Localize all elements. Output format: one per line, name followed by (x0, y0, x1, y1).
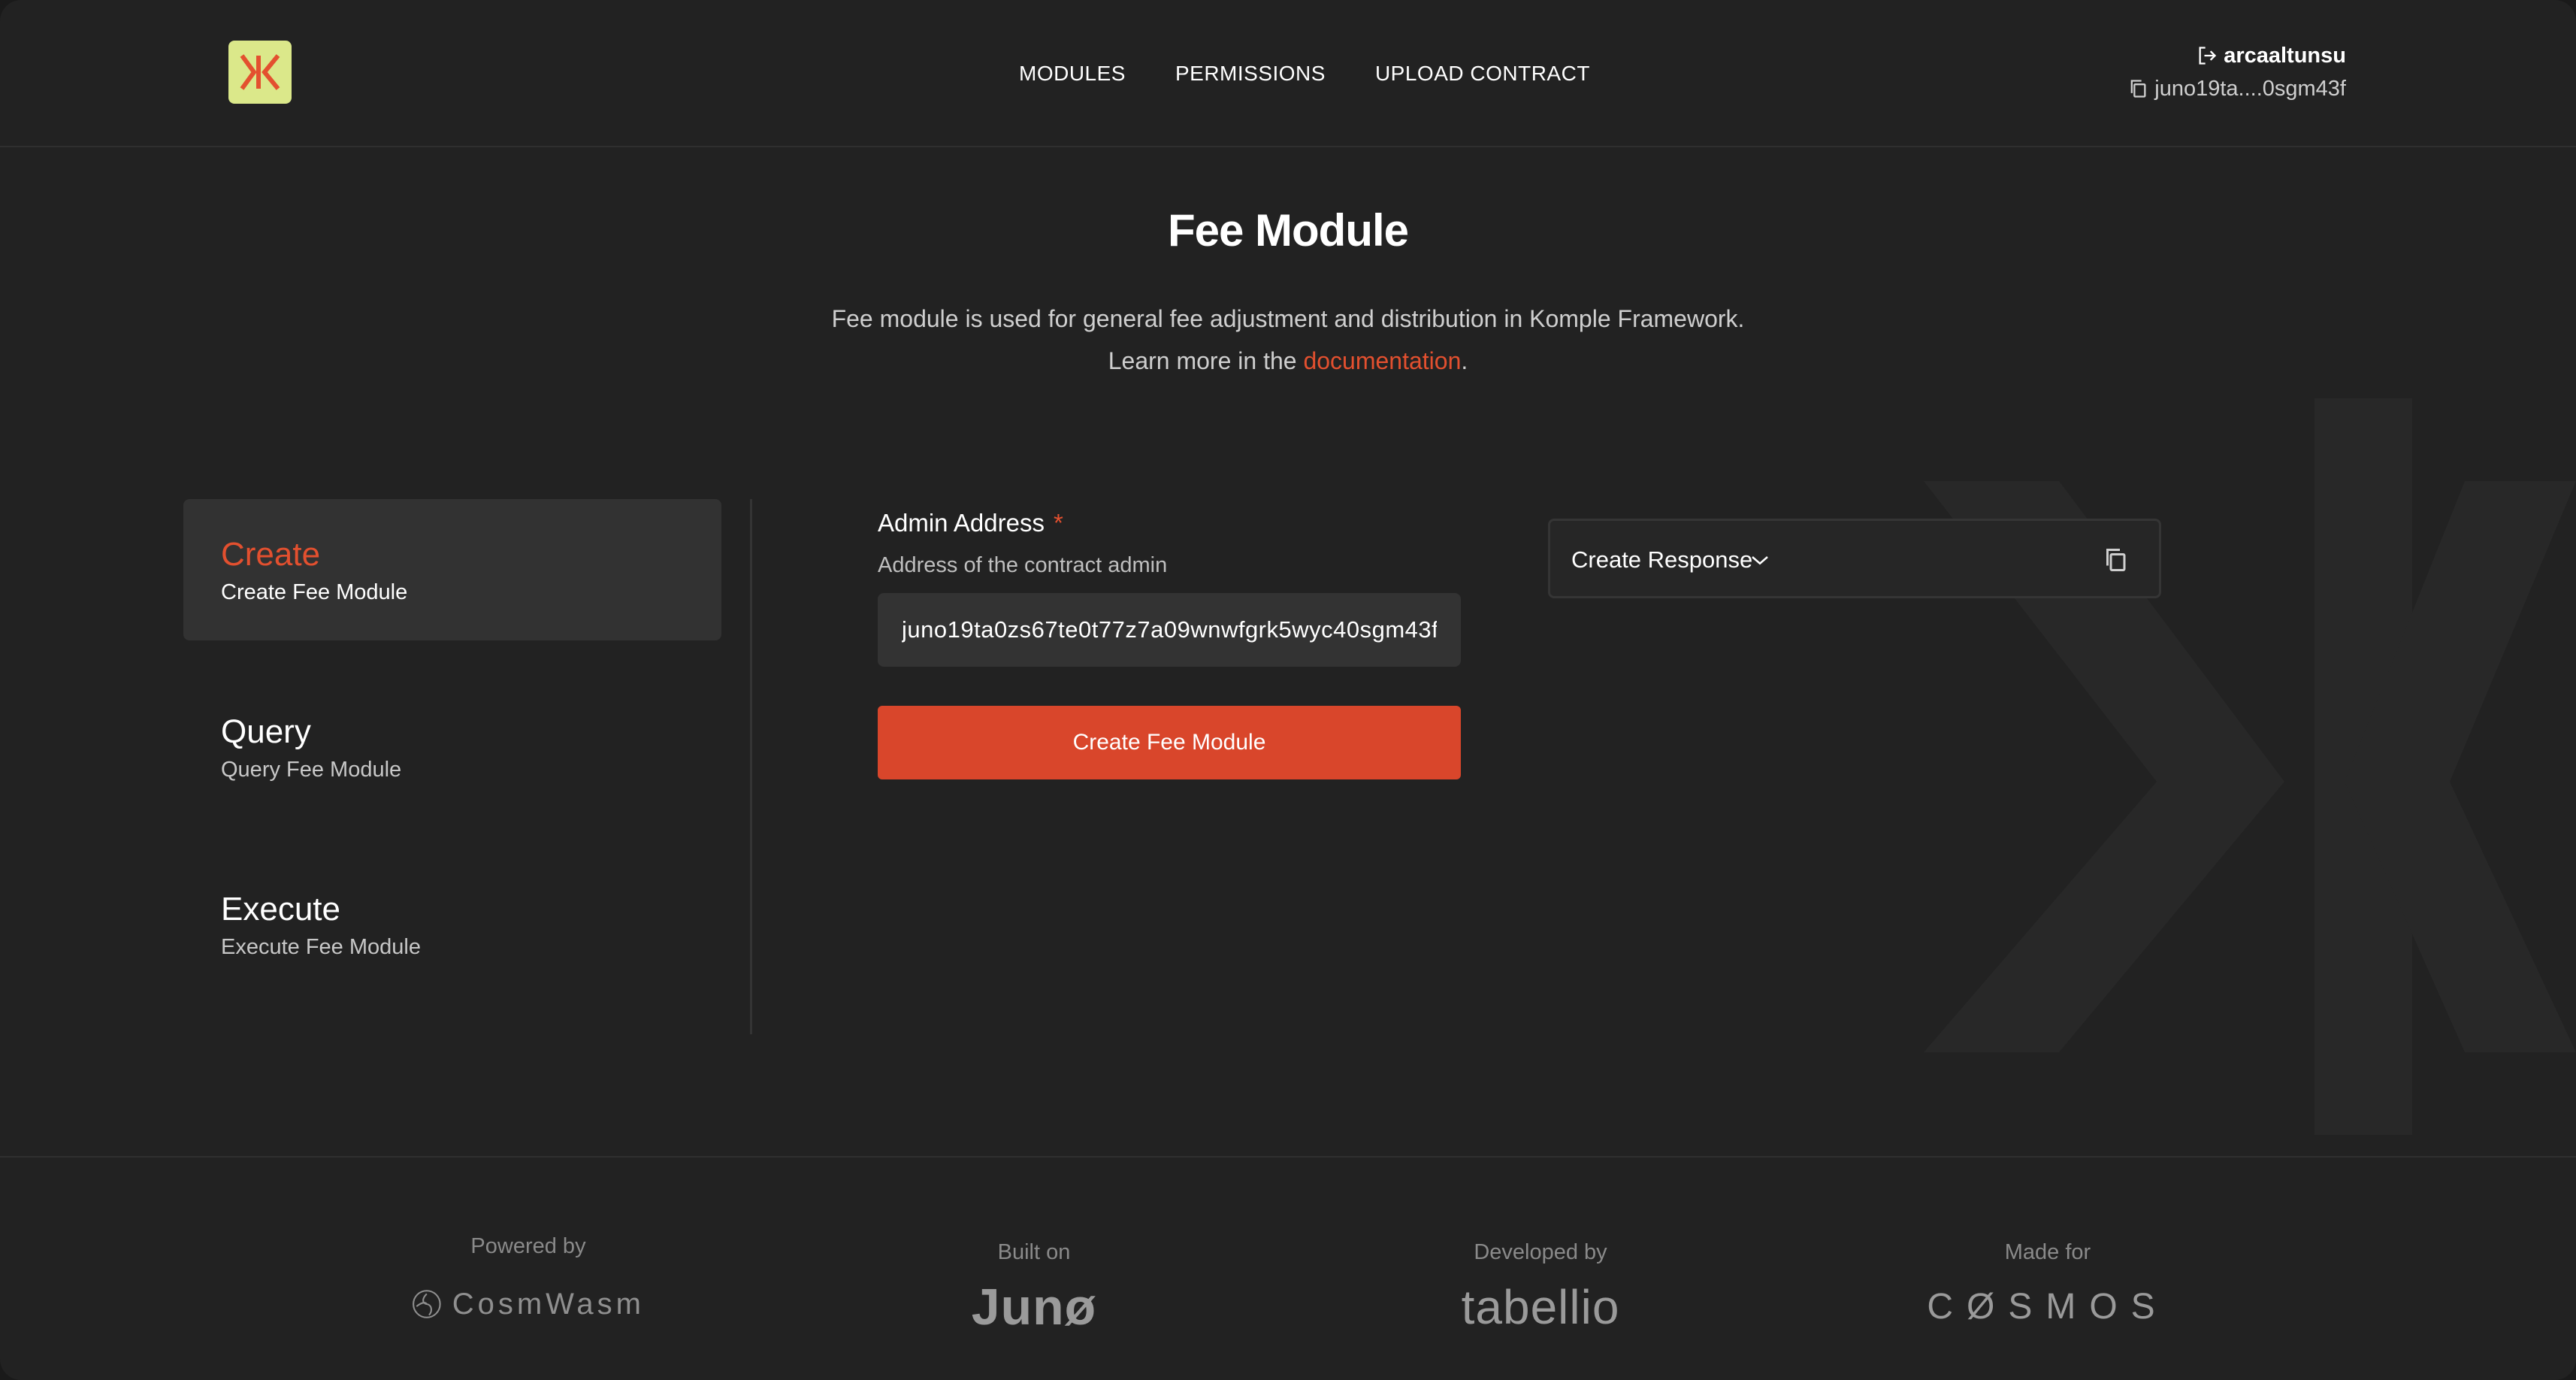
create-fee-module-button[interactable]: Create Fee Module (878, 706, 1461, 779)
footer-made-for: Made for CØSMOS (1909, 1240, 2187, 1333)
juno-logo[interactable]: Junø (921, 1282, 1147, 1333)
sidebar-item-title: Execute (221, 891, 340, 928)
logout-row[interactable]: arcaaltunsu (2127, 39, 2346, 72)
tabellio-logo[interactable]: tabellio (1420, 1282, 1661, 1333)
copy-icon[interactable] (2102, 546, 2129, 573)
komple-logo[interactable] (228, 41, 292, 104)
admin-address-help: Address of the contract admin (878, 553, 1168, 577)
sidebar-item-subtitle: Create Fee Module (221, 580, 408, 604)
create-response-label[interactable]: Create Response (1571, 543, 1752, 577)
footer-brand: CosmWasm (452, 1287, 645, 1321)
sidebar-item-query[interactable]: Query Query Fee Module (183, 676, 721, 818)
required-mark: * (1053, 509, 1063, 537)
page-title: Fee Module (1167, 205, 1409, 256)
sidebar-item-subtitle: Query Fee Module (221, 758, 402, 782)
action-sidebar: Create Create Fee Module Query Query Fee… (183, 499, 721, 1031)
footer-brand: tabellio (1461, 1280, 1620, 1334)
nav-modules[interactable]: MODULES (1019, 59, 1126, 89)
cosmwasm-logo[interactable]: CosmWasm (412, 1276, 645, 1333)
komple-watermark-icon (1924, 398, 2576, 1135)
description-prefix: Learn more in the (1108, 347, 1304, 374)
wallet-row[interactable]: juno19ta....0sgm43f (2127, 72, 2346, 105)
sidebar-item-title: Create (221, 536, 321, 573)
cosmwasm-icon (413, 1290, 441, 1318)
komple-logo-icon (240, 54, 280, 90)
admin-address-label: Admin Address * (878, 502, 1461, 544)
nav-permissions[interactable]: PERMISSIONS (1175, 59, 1326, 89)
create-response-panel: Create Response (1548, 519, 2161, 598)
wallet-address: juno19ta....0sgm43f (2154, 76, 2346, 101)
top-header: MODULES PERMISSIONS UPLOAD CONTRACT arca… (0, 0, 2576, 147)
cosmos-logo[interactable]: CØSMOS (1909, 1282, 2187, 1333)
copy-icon[interactable] (2127, 78, 2148, 99)
sidebar-item-create[interactable]: Create Create Fee Module (183, 499, 721, 640)
sidebar-divider (750, 499, 752, 1034)
page-description: Fee module is used for general fee adjus… (0, 298, 2576, 382)
sidebar-item-execute[interactable]: Execute Execute Fee Module (183, 854, 721, 995)
footer-caption: Developed by (1474, 1240, 1607, 1264)
footer-brand: Junø (971, 1279, 1097, 1336)
create-form: Admin Address * Address of the contract a… (878, 502, 1461, 779)
footer: Powered by CosmWasm Built on Junø Develo… (0, 1156, 2576, 1380)
footer-built-on: Built on Junø (921, 1240, 1147, 1333)
chevron-down-icon[interactable] (1749, 549, 1771, 572)
logout-icon[interactable] (2197, 45, 2218, 66)
footer-caption: Powered by (470, 1234, 586, 1258)
documentation-link[interactable]: documentation (1303, 347, 1461, 374)
sidebar-item-title: Query (221, 713, 311, 750)
description-line: Fee module is used for general fee adjus… (831, 305, 1745, 332)
app-window: MODULES PERMISSIONS UPLOAD CONTRACT arca… (0, 0, 2576, 1380)
main-nav: MODULES PERMISSIONS UPLOAD CONTRACT (1019, 59, 1590, 89)
user-panel: arcaaltunsu juno19ta....0sgm43f (2127, 39, 2346, 105)
admin-address-input[interactable] (878, 593, 1461, 667)
footer-powered-by: Powered by CosmWasm (412, 1234, 645, 1333)
username: arcaaltunsu (2224, 43, 2346, 68)
sidebar-item-subtitle: Execute Fee Module (221, 935, 421, 959)
description-suffix: . (1461, 347, 1468, 374)
footer-caption: Built on (997, 1240, 1071, 1264)
footer-caption: Made for (2004, 1240, 2091, 1264)
footer-brand: CØSMOS (1927, 1287, 2169, 1327)
footer-developed-by: Developed by tabellio (1420, 1240, 1661, 1333)
admin-address-label-text: Admin Address (878, 509, 1045, 537)
nav-upload-contract[interactable]: UPLOAD CONTRACT (1375, 59, 1590, 89)
description-line-2: Learn more in the documentation. (0, 340, 2576, 382)
